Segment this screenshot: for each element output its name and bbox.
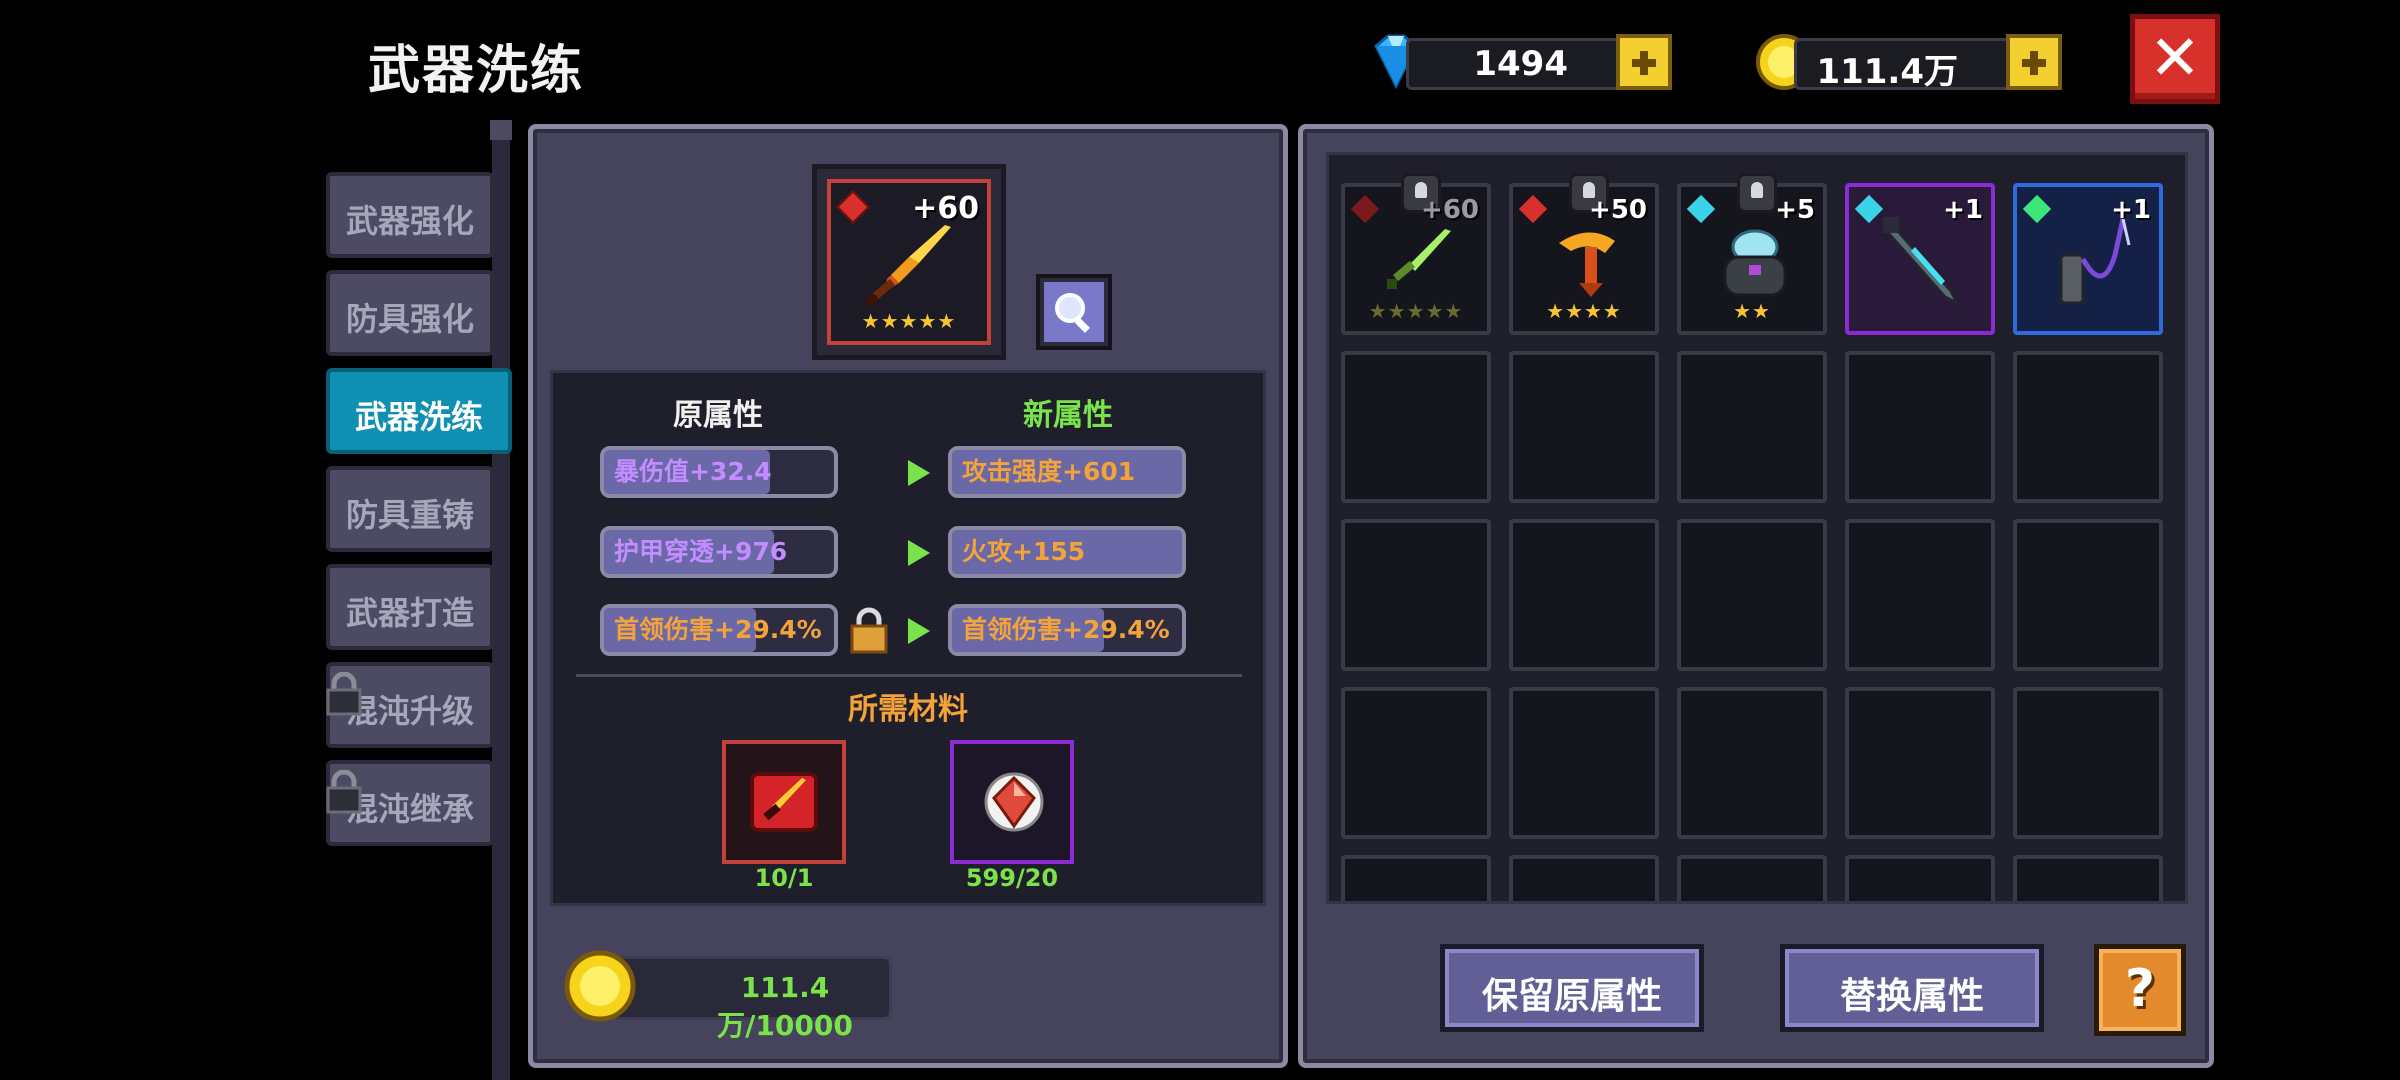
- inventory-slot-empty[interactable]: [1509, 855, 1659, 901]
- green-sword-icon: [1387, 229, 1451, 289]
- help-button[interactable]: ?: [2094, 944, 2186, 1036]
- inventory-item-5[interactable]: +1: [2013, 183, 2163, 335]
- new-attr-3: 首领伤害+29.4%: [948, 604, 1186, 656]
- inventory-item-3[interactable]: +5 ★★: [1677, 173, 1827, 335]
- inventory-slot-empty[interactable]: [1341, 519, 1491, 671]
- inventory-slot-empty[interactable]: [1845, 519, 1995, 671]
- tab-label: 武器打造: [345, 594, 474, 632]
- weapon-stars: ★★★★★: [861, 309, 957, 333]
- tab-label: 武器强化: [345, 202, 474, 240]
- inventory-item-4[interactable]: +1: [1845, 183, 1995, 335]
- tab-scroll-thumb[interactable]: [490, 120, 512, 140]
- material-count-2: 599/20: [965, 864, 1059, 892]
- new-attr-1: 攻击强度+601: [948, 446, 1186, 498]
- tab-chaos-upgrade[interactable]: 混沌升级: [326, 662, 494, 748]
- attr-lock-toggle[interactable]: [848, 606, 890, 654]
- keep-original-button[interactable]: 保留原属性: [1440, 944, 1704, 1032]
- inventory-slot-empty[interactable]: [2013, 687, 2163, 839]
- inventory-slot-empty[interactable]: [1341, 855, 1491, 901]
- sword-scroll-icon: [750, 772, 818, 832]
- inventory-slot-empty[interactable]: [1677, 855, 1827, 901]
- magnifier-icon: [1055, 293, 1090, 333]
- inventory-item-2[interactable]: +50 ★★★★: [1509, 173, 1659, 335]
- tab-weapon-forge[interactable]: 武器打造: [326, 564, 494, 650]
- fire-crossbow-icon: [1559, 232, 1615, 297]
- inventory-item-1[interactable]: +60 ★★★★★: [1341, 173, 1491, 335]
- inventory-slot-empty[interactable]: [1677, 519, 1827, 671]
- arrow-right-icon: [908, 618, 930, 644]
- new-attr-header: 新属性: [1023, 398, 1113, 433]
- gold-value: 111.4万: [1816, 52, 1958, 92]
- gem-icon: [1350, 194, 1380, 224]
- inventory-slot-empty[interactable]: [1509, 519, 1659, 671]
- inventory-slot-empty[interactable]: [1845, 351, 1995, 503]
- diamond-value: 1494: [1473, 44, 1568, 84]
- gold-coin-icon: [564, 950, 636, 1022]
- old-attr-1: 暴伤值+32.4: [600, 446, 838, 498]
- red-gem-icon: [984, 772, 1044, 832]
- dark-sword-icon: [1880, 217, 1961, 307]
- lock-icon: [326, 770, 362, 814]
- divider: [576, 674, 1242, 677]
- inventory-slot-empty[interactable]: [1845, 687, 1995, 839]
- tab-armor-reforge[interactable]: 防具重铸: [326, 466, 494, 552]
- inventory-slot-empty[interactable]: [1509, 351, 1659, 503]
- add-diamond-button[interactable]: [1616, 34, 1672, 90]
- tab-weapon-enhance[interactable]: 武器强化: [326, 172, 494, 258]
- materials-header: 所需材料: [848, 692, 968, 727]
- flame-sword-icon: [867, 225, 951, 305]
- old-attr-2: 护甲穿透+976: [600, 526, 838, 578]
- selected-weapon-slot[interactable]: +60 ★★★★★: [812, 164, 1006, 360]
- new-attr-2: 火攻+155: [948, 526, 1186, 578]
- question-icon: ?: [2124, 959, 2156, 1019]
- tab-label: 防具重铸: [345, 496, 474, 534]
- inventory-slot-empty[interactable]: [1341, 351, 1491, 503]
- page-title: 武器洗练: [368, 41, 585, 101]
- gem-icon: [836, 190, 870, 224]
- material-slot-2[interactable]: [950, 740, 1074, 864]
- material-slot-1[interactable]: [722, 740, 846, 864]
- tab-label: 武器洗练: [354, 398, 483, 436]
- gem-icon: [1686, 194, 1716, 224]
- inventory-slot-empty[interactable]: [2013, 855, 2163, 901]
- diamond-counter: 1494: [1366, 34, 1676, 90]
- arrow-right-icon: [908, 540, 930, 566]
- inventory-slot-empty[interactable]: [1341, 687, 1491, 839]
- arrow-right-icon: [908, 460, 930, 486]
- close-icon: ✕: [2149, 21, 2201, 94]
- tab-label: 防具强化: [345, 300, 474, 338]
- tab-scrollbar[interactable]: [492, 120, 510, 1080]
- add-gold-button[interactable]: [2006, 34, 2062, 90]
- tab-chaos-inherit[interactable]: 混沌继承: [326, 760, 494, 846]
- inventory-slot-empty[interactable]: [1509, 687, 1659, 839]
- inventory-slot-empty[interactable]: [1677, 351, 1827, 503]
- material-count-1: 10/1: [754, 864, 814, 892]
- armor-icon: [1723, 229, 1787, 297]
- inventory-slot-empty[interactable]: [2013, 351, 2163, 503]
- old-attr-3: 首领伤害+29.4%: [600, 604, 838, 656]
- gem-icon: [1518, 194, 1548, 224]
- replace-attributes-button[interactable]: 替换属性: [1780, 944, 2044, 1032]
- inventory-grid: +60 ★★★★★ +50 ★★★★ +5 ★★ +1 +1: [1326, 152, 2188, 904]
- inventory-slot-empty[interactable]: [1677, 687, 1827, 839]
- close-button[interactable]: ✕: [2130, 14, 2220, 104]
- tab-armor-enhance[interactable]: 防具强化: [326, 270, 494, 356]
- cost-text: 111.4万/10000: [717, 971, 853, 1042]
- cost-bar: 111.4万/10000: [612, 956, 892, 1042]
- inventory-slot-empty[interactable]: [1845, 855, 1995, 901]
- bell-icon: [1737, 173, 1777, 213]
- weapon-level: +60: [912, 191, 979, 226]
- tab-weapon-refine[interactable]: 武器洗练: [326, 368, 512, 454]
- gold-counter: 111.4万: [1754, 34, 2066, 92]
- lock-icon: [326, 672, 362, 716]
- whip-icon: [2059, 218, 2131, 305]
- old-attr-header: 原属性: [673, 398, 763, 433]
- inspect-button[interactable]: [1036, 274, 1112, 350]
- inventory-slot-empty[interactable]: [2013, 519, 2163, 671]
